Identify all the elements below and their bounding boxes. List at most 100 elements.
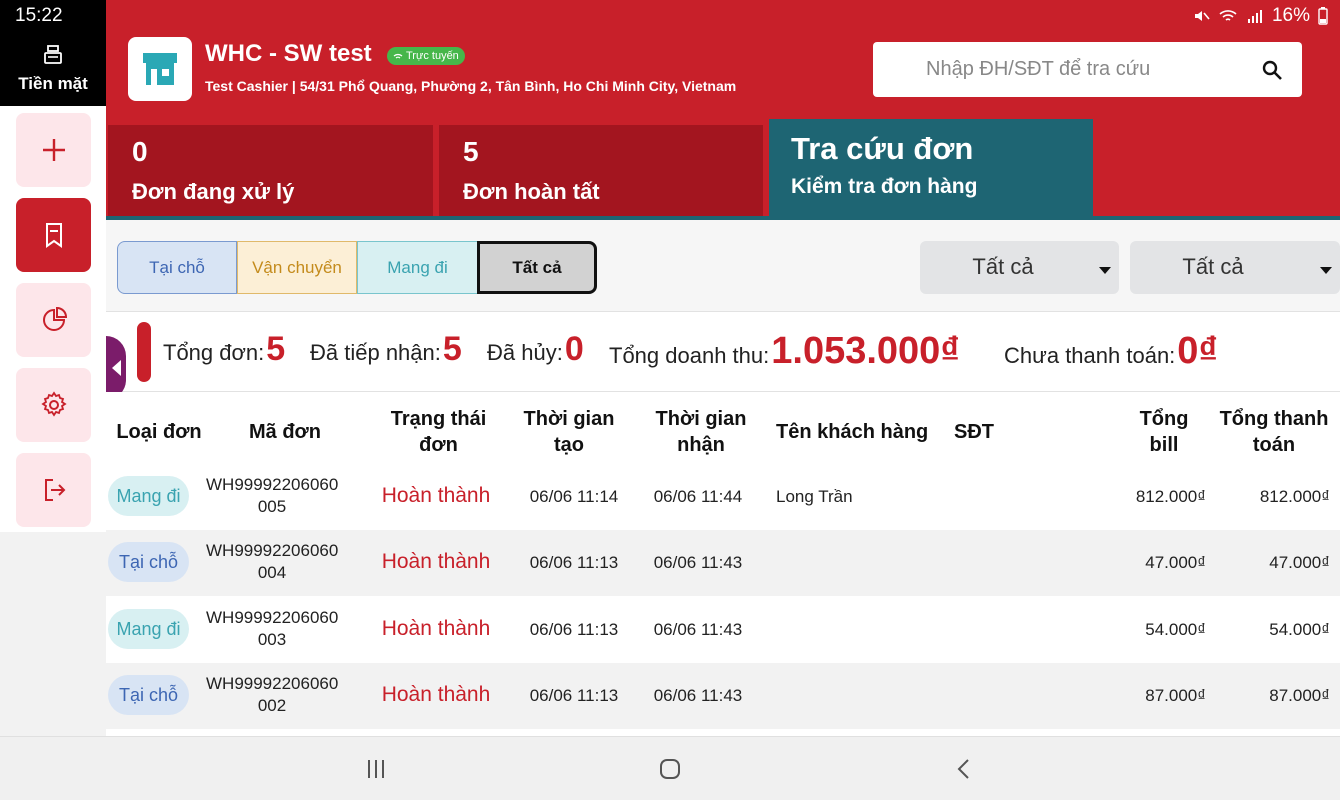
search-icon[interactable] [1260, 58, 1284, 82]
time-dropdown-value: Tất cả [1182, 254, 1244, 279]
created-time: 06/06 11:13 [529, 553, 619, 572]
home-icon[interactable] [658, 757, 682, 781]
tab-order-lookup[interactable]: Tra cứu đơn Kiểm tra đơn hàng [769, 119, 1093, 216]
order-type-badge: Mang đi [108, 609, 189, 649]
order-code: WH99992206060 004 [206, 540, 338, 584]
col-paid-line1: Tổng thanh [1219, 408, 1329, 430]
pie-chart-icon [42, 306, 67, 331]
col-phone: SĐT [954, 421, 994, 443]
stat-total-orders: Tổng đơn: 5 [163, 330, 285, 369]
mute-icon [1194, 11, 1210, 21]
collapse-handle[interactable] [106, 336, 126, 400]
status-dropdown-value: Tất cả [972, 254, 1034, 279]
col-status: Trạng thái đơn [381, 406, 496, 458]
paid-total: 54.000₫ [1269, 620, 1330, 639]
status-time: 15:22 [15, 5, 63, 26]
col-customer-name: Tên khách hàng [776, 421, 929, 443]
table-row[interactable]: Tại chỗ WH99992206060 002 Hoàn thành 06/… [106, 663, 1340, 729]
filter-takeaway[interactable]: Mang đi [357, 241, 478, 294]
time-dropdown[interactable]: Tất cả [1130, 241, 1340, 294]
order-status: Hoàn thành [381, 550, 491, 573]
stat-unpaid-value: 0₫ [1177, 330, 1218, 372]
filter-delivery[interactable]: Vận chuyển [237, 241, 357, 294]
online-status-badge: Trực tuyến [387, 47, 465, 65]
stat-received-label: Đã tiếp nhận: [310, 340, 441, 365]
col-received-line1: Thời gian [655, 408, 747, 430]
filter-bar: Tại chỗ Vận chuyển Mang đi Tất cả Tất cả… [106, 220, 1340, 312]
settings-button[interactable] [16, 368, 91, 442]
bill-total: 87.000₫ [1145, 686, 1206, 705]
reports-button[interactable] [16, 283, 91, 357]
order-code-line1: WH99992206060 [206, 475, 339, 494]
completed-count: 5 [463, 136, 479, 167]
completed-label: Đơn hoàn tất [463, 179, 600, 204]
signal-icon [1247, 10, 1262, 23]
store-address: Test Cashier | 54/31 Phổ Quang, Phường 2… [205, 78, 737, 94]
col-order-code: Mã đơn [249, 421, 321, 443]
app-header: WHC - SW test Trực tuyến Test Cashier | … [106, 32, 1340, 106]
back-icon[interactable] [952, 757, 976, 781]
stat-received-orders: Đã tiếp nhận: 5 [310, 330, 462, 369]
order-code-line1: WH99992206060 [206, 541, 339, 560]
order-summary: Tổng đơn: 5 Đã tiếp nhận: 5 Đã hủy: 0 Tổ… [106, 312, 1340, 400]
processing-label: Đơn đang xử lý [132, 179, 295, 204]
lookup-subtitle: Kiểm tra đơn hàng [791, 175, 978, 198]
status-dropdown[interactable]: Tất cả [920, 241, 1119, 294]
paid-total: 47.000₫ [1269, 553, 1330, 572]
received-time: 06/06 11:43 [653, 686, 743, 705]
cash-tab-label: Tiền mặt [18, 74, 88, 93]
logout-button[interactable] [16, 453, 91, 527]
stat-revenue-label: Tổng doanh thu: [609, 343, 770, 368]
orders-button[interactable] [16, 198, 91, 272]
status-bar: 16% [106, 0, 1340, 32]
stat-total-label: Tổng đơn: [163, 340, 265, 365]
table-row[interactable]: Mang đi WH99992206060 005 Hoàn thành 06/… [106, 464, 1340, 530]
status-bar-left: 15:22 [0, 0, 106, 32]
col-status-line1: Trạng thái [390, 408, 487, 430]
filter-all[interactable]: Tất cả [477, 241, 597, 294]
bill-total: 812.000₫ [1135, 487, 1206, 506]
order-code-line2: 002 [257, 696, 287, 715]
created-time: 06/06 11:14 [529, 487, 619, 506]
stat-revenue: Tổng doanh thu: 1.053.000₫ [609, 330, 960, 373]
stat-revenue-value: 1.053.000₫ [771, 330, 960, 372]
bill-total: 54.000₫ [1145, 620, 1206, 639]
filter-dine-in[interactable]: Tại chỗ [117, 241, 237, 294]
order-type-badge: Tại chỗ [108, 542, 189, 582]
table-row[interactable]: Tại chỗ WH99992206060 004 Hoàn thành 06/… [106, 530, 1340, 596]
order-status: Hoàn thành [381, 617, 491, 640]
order-status: Hoàn thành [381, 484, 491, 507]
col-paid-line2: toán [1252, 434, 1296, 456]
paid-total: 87.000₫ [1269, 686, 1330, 705]
tab-processing-orders[interactable]: 0 Đơn đang xử lý [108, 125, 433, 216]
chevron-down-icon [1099, 267, 1111, 274]
battery-percent: 16% [1271, 5, 1310, 26]
col-bill-line2: bill [1149, 434, 1179, 456]
col-received-time: Thời gian nhận [651, 406, 751, 458]
app-root: 15:22 16% Tiền mặt WHC - SW test Trực tu… [0, 0, 1340, 800]
sidebar [0, 106, 106, 532]
order-code: WH99992206060 003 [206, 607, 338, 651]
cash-register-tab[interactable]: Tiền mặt [0, 32, 106, 106]
table-header: Loại đơn Mã đơn Trạng thái đơn Thời gian… [106, 392, 1340, 464]
processing-count: 0 [132, 136, 148, 167]
recent-apps-icon[interactable] [364, 757, 388, 781]
order-status: Hoàn thành [381, 683, 491, 706]
order-search-box [873, 42, 1302, 97]
bill-total: 47.000₫ [1145, 553, 1206, 572]
new-order-button[interactable] [16, 113, 91, 187]
stat-cancelled-label: Đã hủy: [487, 340, 563, 365]
stat-cancelled-value: 0 [564, 330, 584, 368]
order-type-badge: Tại chỗ [108, 675, 189, 715]
order-code-line1: WH99992206060 [206, 674, 339, 693]
order-code: WH99992206060 002 [206, 673, 338, 717]
order-search-input[interactable] [873, 42, 1253, 97]
table-row[interactable]: Mang đi WH99992206060 003 Hoàn thành 06/… [106, 597, 1340, 663]
status-right: 16% [1192, 5, 1328, 27]
tab-completed-orders[interactable]: 5 Đơn hoàn tất [439, 125, 763, 216]
col-bill-total: Tổng bill [1124, 406, 1204, 458]
system-nav-bar [0, 736, 1340, 800]
chevron-down-icon [1320, 267, 1332, 274]
received-time: 06/06 11:43 [653, 553, 743, 572]
order-code-line2: 003 [257, 630, 287, 649]
